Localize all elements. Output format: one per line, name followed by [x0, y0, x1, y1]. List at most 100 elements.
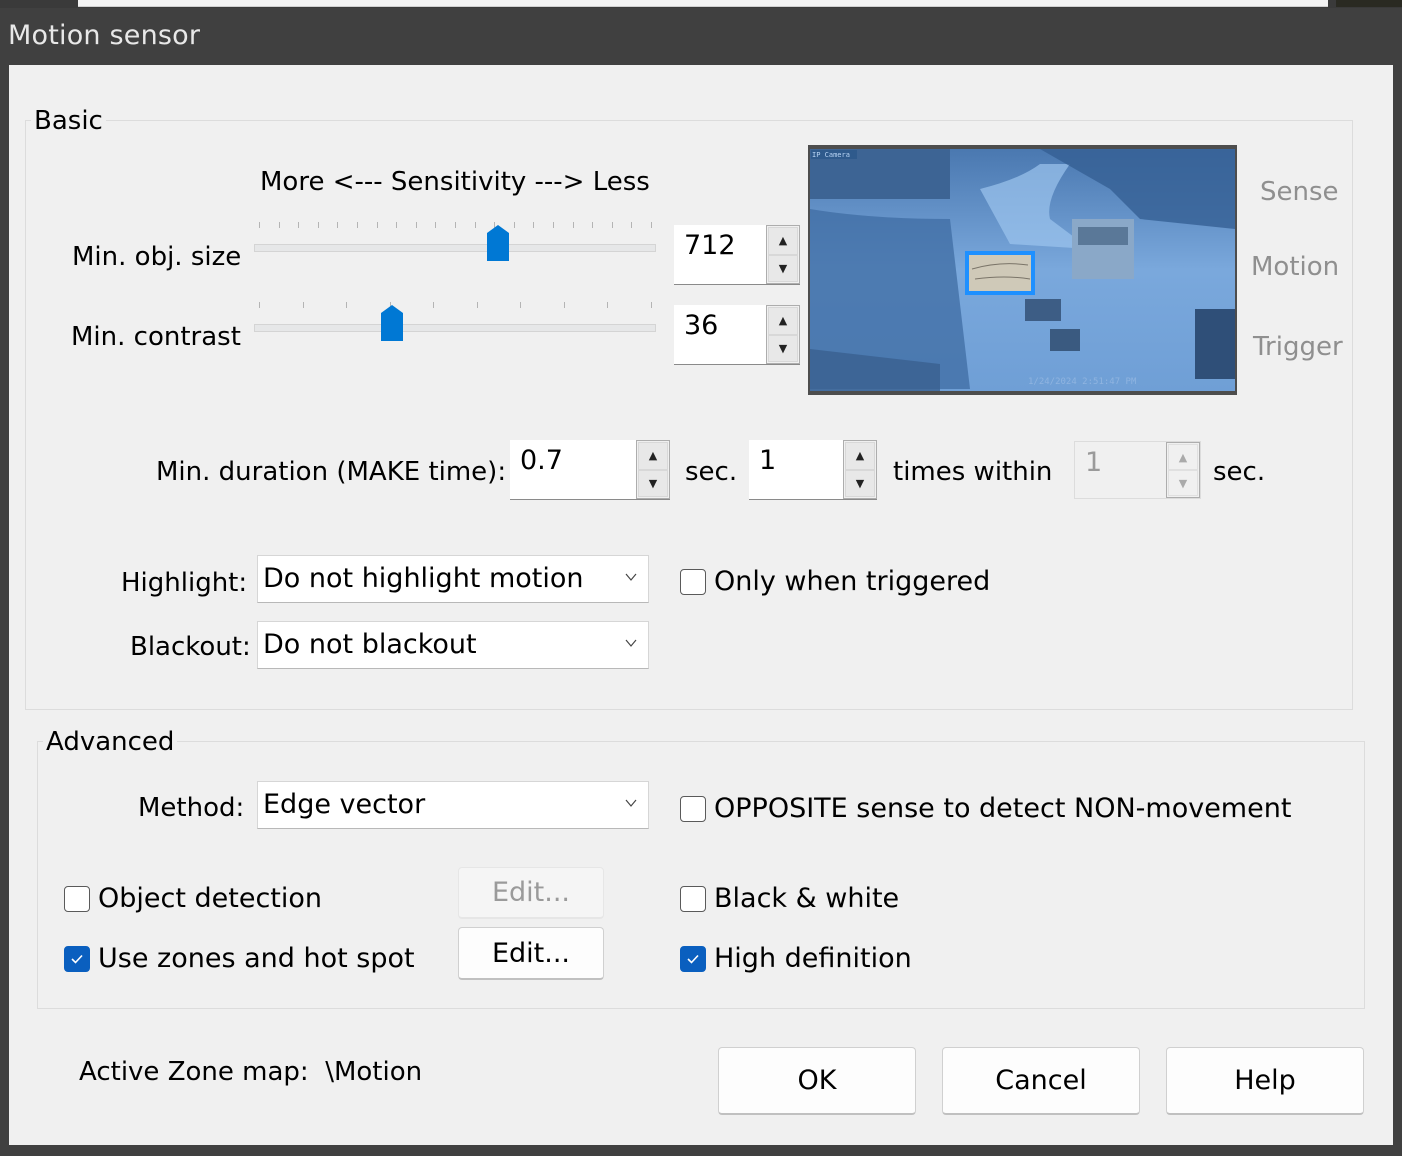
chevron-down-icon	[625, 639, 637, 647]
dialog-title: Motion sensor	[8, 20, 201, 51]
slider-tick	[302, 302, 304, 308]
method-label: Method:	[138, 793, 245, 823]
slider-tick	[259, 222, 260, 228]
black-white-label: Black & white	[714, 883, 900, 914]
times-within-label: times within	[893, 457, 1053, 487]
background-sheet	[78, 0, 1328, 7]
active-zone-caption: Active Zone map:	[79, 1057, 309, 1087]
within-spinner: 1 ▲ ▼	[1074, 441, 1201, 499]
min-contrast-label: Min. contrast	[71, 322, 241, 352]
object-detection-checkbox[interactable]: Object detection	[64, 884, 322, 914]
min-duration-label: Min. duration (MAKE time):	[156, 457, 507, 487]
checkbox-box[interactable]	[680, 569, 706, 595]
advanced-group-label: Advanced	[43, 727, 178, 757]
spinner-buttons: ▲ ▼	[766, 225, 800, 284]
slider-tick	[476, 302, 478, 308]
min-contrast-value[interactable]: 36	[684, 309, 718, 343]
slider-tick	[513, 222, 515, 228]
min-duration-unit: sec.	[685, 457, 738, 487]
times-spinner[interactable]: 1 ▲ ▼	[749, 440, 877, 500]
slider-tick	[396, 222, 398, 228]
sensitivity-caption: More <--- Sensitivity ---> Less	[260, 167, 650, 197]
min-duration-spinner[interactable]: 0.7 ▲ ▼	[510, 440, 670, 500]
slider-tick	[433, 302, 435, 308]
slider-tick	[631, 222, 633, 228]
only-when-triggered-checkbox[interactable]: Only when triggered	[680, 567, 990, 597]
spin-down-button[interactable]: ▼	[638, 469, 668, 497]
camera-timestamp: 1/24/2024 2:51:47 PM	[1028, 377, 1137, 387]
spin-down-button[interactable]: ▼	[845, 469, 875, 497]
hot-spot-zone[interactable]	[965, 251, 1035, 295]
chevron-down-icon	[625, 799, 637, 807]
min-duration-value[interactable]: 0.7	[520, 444, 563, 478]
dialog-titlebar[interactable]: Motion sensor	[0, 8, 1402, 65]
slider-tick	[435, 222, 437, 228]
dialog-body: Basic More <--- Sensitivity ---> Less Mi…	[9, 65, 1393, 1145]
within-value: 1	[1085, 447, 1103, 478]
slider-tick	[455, 222, 456, 228]
spin-down-button[interactable]: ▼	[768, 334, 798, 362]
slider-tick	[520, 302, 522, 308]
spin-up-button[interactable]: ▲	[845, 442, 875, 470]
use-zones-checkbox[interactable]: Use zones and hot spot	[64, 944, 415, 974]
slider-tick	[651, 302, 652, 308]
min-contrast-spinner[interactable]: 36 ▲ ▼	[674, 305, 800, 365]
checkmark-icon	[71, 954, 83, 964]
slider-ticks	[259, 222, 652, 232]
high-definition-checkbox[interactable]: High definition	[680, 944, 912, 974]
camera-image: IP Camera 1/24/2024 2:51:47 PM	[810, 149, 1235, 391]
ok-button[interactable]: OK	[718, 1047, 916, 1115]
slider-tick	[415, 222, 417, 228]
background-thumbnail	[1336, 0, 1402, 7]
checkbox-box[interactable]	[64, 886, 90, 912]
slider-tick	[592, 222, 594, 228]
trigger-indicator: Trigger	[1253, 332, 1343, 362]
spin-down-button[interactable]: ▼	[768, 254, 798, 282]
only-when-triggered-label: Only when triggered	[714, 566, 991, 597]
object-detection-edit-button: Edit...	[458, 867, 604, 919]
cancel-button[interactable]: Cancel	[942, 1047, 1140, 1115]
within-unit: sec.	[1213, 457, 1266, 487]
slider-track	[254, 244, 656, 252]
min-obj-size-spinner[interactable]: 712 ▲ ▼	[674, 225, 800, 285]
spin-down-button: ▼	[1168, 470, 1198, 496]
blackout-dropdown[interactable]: Do not blackout	[257, 621, 649, 669]
checkbox-box[interactable]	[64, 946, 90, 972]
spin-up-button[interactable]: ▲	[638, 442, 668, 470]
slider-thumb[interactable]	[487, 225, 510, 261]
times-value[interactable]: 1	[759, 444, 776, 478]
min-obj-size-label: Min. obj. size	[72, 242, 242, 272]
help-button[interactable]: Help	[1166, 1047, 1364, 1115]
slider-tick	[553, 222, 554, 228]
camera-overlay-text: IP Camera	[812, 151, 850, 159]
slider-tick	[651, 222, 652, 228]
zones-edit-button[interactable]: Edit...	[458, 927, 604, 980]
slider-tick	[572, 222, 574, 228]
spinner-buttons: ▲ ▼	[843, 440, 877, 499]
opposite-sense-checkbox[interactable]: OPPOSITE sense to detect NON-movement	[680, 794, 1291, 824]
highlight-dropdown[interactable]: Do not highlight motion	[257, 555, 649, 603]
slider-ticks	[259, 302, 652, 312]
black-white-checkbox[interactable]: Black & white	[680, 884, 899, 914]
spin-up-button[interactable]: ▲	[768, 227, 798, 255]
spin-up-button: ▲	[1168, 444, 1198, 470]
min-obj-size-value[interactable]: 712	[684, 229, 736, 263]
checkbox-box[interactable]	[680, 796, 706, 822]
chevron-down-icon	[625, 573, 637, 581]
use-zones-label: Use zones and hot spot	[98, 943, 415, 974]
basic-group-label: Basic	[31, 106, 106, 136]
slider-tick	[607, 302, 609, 308]
camera-preview[interactable]: IP Camera 1/24/2024 2:51:47 PM	[808, 145, 1237, 395]
method-dropdown[interactable]: Edge vector	[257, 781, 649, 829]
checkbox-box[interactable]	[680, 946, 706, 972]
highlight-value: Do not highlight motion	[263, 563, 584, 594]
min-contrast-slider[interactable]	[254, 302, 656, 362]
checkbox-box[interactable]	[680, 886, 706, 912]
spinner-buttons: ▲ ▼	[636, 440, 670, 499]
motion-indicator: Motion	[1251, 252, 1340, 282]
min-obj-size-slider[interactable]	[254, 222, 656, 282]
slider-thumb[interactable]	[381, 305, 404, 341]
slider-tick	[317, 222, 319, 228]
spin-up-button[interactable]: ▲	[768, 307, 798, 335]
spinner-buttons: ▲ ▼	[1166, 442, 1200, 498]
